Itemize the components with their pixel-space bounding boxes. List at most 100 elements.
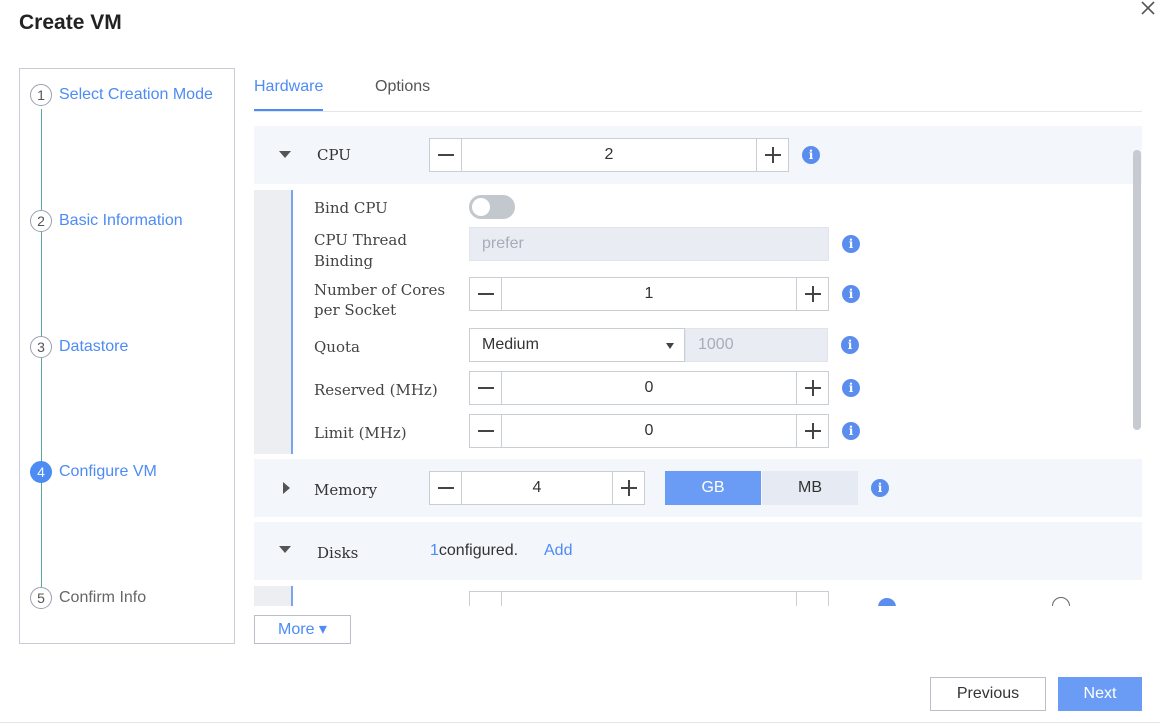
step-select-creation-mode[interactable]: 1 Select Creation Mode bbox=[30, 83, 213, 107]
disk1-size-value[interactable] bbox=[502, 592, 796, 606]
close-icon[interactable] bbox=[1136, 0, 1160, 20]
step-label: Configure VM bbox=[59, 463, 157, 480]
plus-icon bbox=[804, 423, 821, 439]
memory-decrement-button[interactable] bbox=[430, 472, 462, 504]
cores-per-socket-label-line1: Number of Cores bbox=[314, 281, 446, 299]
info-icon[interactable]: i bbox=[842, 379, 860, 397]
cpu-collapse-caret-icon[interactable] bbox=[279, 151, 291, 158]
step-label: Basic Information bbox=[59, 212, 183, 229]
step-datastore[interactable]: 3 Datastore bbox=[30, 335, 128, 359]
bind-cpu-toggle[interactable] bbox=[469, 195, 515, 219]
cpu-increment-button[interactable] bbox=[756, 139, 788, 171]
memory-unit-mb-button[interactable]: MB bbox=[762, 471, 858, 505]
disks-count: 1 bbox=[430, 542, 439, 559]
minus-icon bbox=[437, 487, 454, 489]
minus-icon bbox=[437, 154, 454, 156]
step-confirm-info[interactable]: 5 Confirm Info bbox=[30, 586, 146, 610]
step-basic-information[interactable]: 2 Basic Information bbox=[30, 209, 183, 233]
minus-icon bbox=[477, 430, 494, 432]
step-label: Datastore bbox=[59, 338, 129, 355]
disks-configured-text: 1configured. bbox=[430, 542, 518, 560]
info-icon[interactable]: i bbox=[842, 422, 860, 440]
step-configure-vm[interactable]: 4 Configure VM bbox=[30, 460, 157, 484]
add-disk-link[interactable]: Add bbox=[544, 542, 572, 560]
disk1-increment-button[interactable] bbox=[796, 592, 828, 606]
step-number: 1 bbox=[30, 84, 52, 106]
cpu-thread-binding-input: prefer bbox=[469, 227, 829, 261]
cpu-decrement-button[interactable] bbox=[430, 139, 462, 171]
step-label: Select Creation Mode bbox=[59, 86, 213, 103]
cpu-thread-binding-label-line2: Binding bbox=[314, 252, 374, 270]
limit-value[interactable]: 0 bbox=[502, 415, 796, 447]
limit-stepper: 0 bbox=[469, 414, 829, 448]
disk-subsection-line bbox=[291, 586, 293, 606]
quota-value-input: 1000 bbox=[685, 328, 828, 362]
minus-icon bbox=[477, 387, 494, 389]
reserved-label: Reserved (MHz) bbox=[314, 381, 438, 399]
disk-subsection-indent bbox=[254, 586, 292, 606]
info-icon[interactable]: i bbox=[842, 285, 860, 303]
cpu-value[interactable]: 2 bbox=[462, 139, 756, 171]
minus-icon bbox=[477, 293, 494, 295]
cpu-thread-binding-label-line1: CPU Thread bbox=[314, 231, 407, 249]
info-icon[interactable] bbox=[878, 598, 896, 606]
limit-label: Limit (MHz) bbox=[314, 424, 407, 442]
cpu-label: CPU bbox=[317, 146, 351, 164]
bind-cpu-label: Bind CPU bbox=[314, 199, 388, 217]
quota-select[interactable]: Medium bbox=[469, 328, 685, 362]
caret-down-icon bbox=[666, 343, 674, 349]
dialog-title: Create VM bbox=[19, 11, 122, 34]
memory-increment-button[interactable] bbox=[612, 472, 644, 504]
reserved-increment-button[interactable] bbox=[796, 372, 828, 404]
step-number: 4 bbox=[30, 461, 52, 483]
plus-icon bbox=[764, 147, 781, 163]
cores-per-socket-stepper: 1 bbox=[469, 277, 829, 311]
memory-value[interactable]: 4 bbox=[462, 472, 612, 504]
step-number: 5 bbox=[30, 587, 52, 609]
step-connector bbox=[41, 109, 42, 609]
disk1-decrement-button[interactable] bbox=[470, 592, 502, 606]
step-label: Confirm Info bbox=[59, 589, 147, 606]
reserved-decrement-button[interactable] bbox=[470, 372, 502, 404]
info-icon[interactable]: i bbox=[842, 235, 860, 253]
quota-label: Quota bbox=[314, 338, 360, 356]
disk1-radio[interactable] bbox=[1052, 597, 1070, 606]
reserved-value[interactable]: 0 bbox=[502, 372, 796, 404]
step-number: 2 bbox=[30, 210, 52, 232]
info-icon[interactable]: i bbox=[871, 479, 889, 497]
disks-label: Disks bbox=[317, 544, 359, 562]
step-number: 3 bbox=[30, 336, 52, 358]
memory-label: Memory bbox=[314, 481, 378, 499]
memory-stepper: 4 bbox=[429, 471, 645, 505]
disks-collapse-caret-icon[interactable] bbox=[279, 546, 291, 553]
quota-selected-value: Medium bbox=[482, 336, 539, 353]
cores-decrement-button[interactable] bbox=[470, 278, 502, 310]
plus-icon bbox=[620, 480, 637, 496]
memory-unit-gb-button[interactable]: GB bbox=[665, 471, 761, 505]
memory-expand-caret-icon[interactable] bbox=[283, 482, 290, 494]
info-icon[interactable]: i bbox=[841, 336, 859, 354]
previous-button[interactable]: Previous bbox=[930, 677, 1046, 711]
more-button[interactable]: More ▾ bbox=[254, 615, 351, 644]
next-button[interactable]: Next bbox=[1058, 677, 1142, 711]
tab-hardware[interactable]: Hardware bbox=[254, 78, 324, 111]
reserved-stepper: 0 bbox=[469, 371, 829, 405]
cpu-stepper: 2 bbox=[429, 138, 789, 172]
limit-decrement-button[interactable] bbox=[470, 415, 502, 447]
cores-per-socket-label-line2: per Socket bbox=[314, 301, 397, 319]
info-icon[interactable]: i bbox=[802, 146, 820, 164]
cpu-subsection-indent bbox=[254, 190, 292, 454]
limit-increment-button[interactable] bbox=[796, 415, 828, 447]
toggle-knob bbox=[472, 198, 490, 216]
plus-icon bbox=[804, 380, 821, 396]
tab-bar: Hardware Options bbox=[254, 72, 1142, 112]
disks-configured-suffix: configured. bbox=[438, 542, 519, 559]
cores-increment-button[interactable] bbox=[796, 278, 828, 310]
disk1-size-stepper bbox=[469, 591, 829, 606]
cores-value[interactable]: 1 bbox=[502, 278, 796, 310]
footer-divider bbox=[0, 722, 1160, 723]
content-scrollbar[interactable] bbox=[1133, 150, 1141, 430]
tab-options[interactable]: Options bbox=[375, 78, 430, 109]
plus-icon bbox=[804, 286, 821, 302]
cpu-subsection-line bbox=[291, 190, 293, 454]
